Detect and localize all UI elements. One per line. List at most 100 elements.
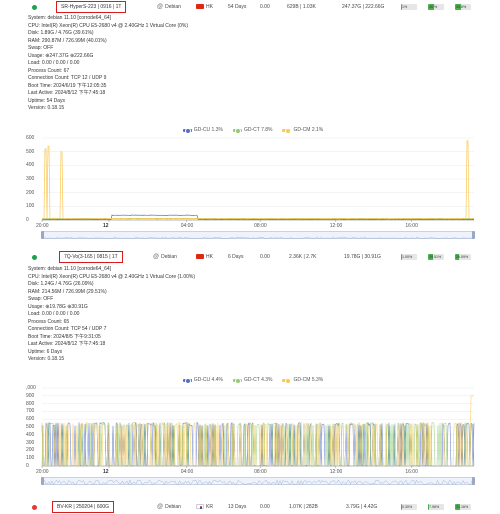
status-offline-dot: [32, 504, 37, 510]
slider-handle-right[interactable]: [472, 477, 475, 485]
latency-chart: GD-CU 1.3% GD-CT 7.8% GD-CM 2.1% 0 100 200…: [26, 126, 478, 244]
traffic-total: 19.78G | 30.91G: [344, 254, 381, 260]
slider-sparkline: [43, 479, 475, 486]
y-tick-label: 900: [26, 392, 35, 399]
network-speed: 2.36K | 2.7K: [289, 254, 317, 260]
debian-icon: @: [153, 254, 160, 260]
x-tick-label: 08:00: [254, 223, 267, 229]
slider-handle-left[interactable]: [41, 231, 44, 239]
detail-disk: Disk: 1.24G / 4.76G (26.09%): [28, 281, 94, 287]
y-tick-label: 0: [26, 217, 29, 223]
x-tick-label: 04:00: [180, 469, 194, 475]
zoom-slider[interactable]: [42, 477, 475, 486]
y-tick-label: 0: [26, 463, 29, 469]
y-tick-label: 400: [26, 162, 35, 169]
debian-icon: @: [157, 504, 164, 510]
os-label: @ Debian: [153, 254, 177, 260]
server-name[interactable]: 7Q-Vo(3-165 | 0815 | 1T: [59, 251, 123, 263]
detail-cpu: CPU: Intel(R) Xeon(R) CPU E5-2680 v4 @ 2…: [28, 273, 195, 280]
disk-meter: 31.16%: [455, 503, 471, 510]
x-tick-label: 12: [102, 223, 109, 229]
status-online-dot: [32, 254, 37, 260]
x-tick-label: 12: [102, 469, 109, 475]
y-tick-label: 500: [26, 148, 35, 155]
detail-process: Process Count: 67: [28, 67, 70, 74]
y-tick-label: 100: [26, 455, 35, 462]
slider-handle-right[interactable]: [472, 231, 475, 239]
status-online-dot: [32, 4, 37, 10]
x-tick-label: 16:00: [405, 223, 418, 229]
latency-chart: GD-CU 4.4% GD-CT 4.3% GD-CM 5.3% 0 100 200…: [26, 376, 478, 496]
load-value: 0.00: [260, 504, 270, 510]
detail-cpu: CPU: Intel(R) Xeon(R) CPU E5-2680 v4 @ 2…: [28, 22, 189, 29]
country: HK: [196, 4, 213, 10]
server-row[interactable]: 7Q-Vo(3-165 | 0815 | 1T @ Debian HK 6 Day…: [0, 251, 500, 263]
y-tick-label: 300: [26, 439, 35, 446]
y-tick-label: 100: [26, 203, 35, 210]
detail-connection: Connection Count: TCP 54 / UDP 7: [28, 326, 107, 332]
server-name[interactable]: SR-HyperS-223 | 0916 | 1T: [56, 1, 127, 13]
kr-flag-icon: [196, 504, 204, 510]
slider-handle-left[interactable]: [41, 477, 44, 485]
detail-system: System: debian 11.10 [corrode64_64]: [28, 266, 112, 272]
legend-item[interactable]: GD-CT 4.3%: [232, 377, 272, 384]
detail-connection: Connection Count: TCP 12 / UDP 9: [28, 75, 107, 81]
disk-meter: 26.09%: [455, 253, 471, 260]
y-tick-label: 600: [26, 135, 35, 141]
detail-active: Last Active: 2024/8/12 下午7:45:18: [28, 341, 106, 347]
server-details: System: debian 11.10 [corrode64_64] CPU:…: [28, 15, 188, 113]
zoom-slider[interactable]: [42, 231, 475, 239]
legend-item[interactable]: GD-CM 5.3%: [282, 377, 323, 384]
y-tick-label: 400: [26, 431, 35, 438]
ram-meter: 40.%: [428, 3, 444, 10]
traffic-total: 3.79G | 4.42G: [346, 504, 378, 510]
x-tick-label: 12:00: [329, 223, 343, 229]
disk-meter: 39.6%: [455, 3, 471, 10]
ram-meter: 7.96%: [428, 503, 444, 510]
cpu-meter: 1.00%: [401, 253, 417, 260]
detail-ram: RAM: 290.87M / 726.99M (40.01%): [28, 37, 107, 44]
traffic-total: 247.37G | 222.66G: [342, 4, 385, 10]
server-row[interactable]: SR-HyperS-223 | 0916 | 1T @ Debian HK 54 …: [0, 1, 500, 13]
uptime-short: 6 Days: [228, 254, 244, 260]
detail-usage: Usage: ⊕247.37G ⊕222.66G: [28, 52, 94, 59]
server-name[interactable]: BV-KR | 250204 | 600G: [52, 501, 115, 513]
detail-usage: Usage: ⊕19.78G ⊕30.91G: [28, 303, 88, 310]
network-speed: 629B | 1.03K: [287, 4, 316, 10]
detail-version: Version: 0.18.15: [28, 356, 65, 362]
detail-boot: Boot Time: 2024/8/5 下午9:31:05: [28, 333, 101, 340]
y-tick-label: 500: [26, 424, 35, 430]
x-tick-label: 20:00: [36, 469, 49, 475]
y-tick-label: 600: [26, 416, 35, 423]
debian-icon: @: [157, 4, 164, 10]
server-details: System: debian 11.10 [corrode64_64] CPU:…: [28, 266, 195, 364]
hk-flag-icon: [196, 4, 204, 10]
y-tick-label: 800: [26, 400, 35, 407]
network-speed: 1.07K | 282B: [289, 504, 318, 510]
x-tick-label: 20:00: [36, 223, 49, 229]
detail-swap: Swap: OFF: [28, 45, 54, 51]
uptime-short: 54 Days: [228, 4, 247, 10]
legend-item[interactable]: GD-CM 2.1%: [282, 127, 323, 134]
server-row[interactable]: BV-KR | 250204 | 600G @ Debian KR 13 Days…: [0, 501, 500, 513]
detail-ram: RAM: 214.56M / 726.99M (29.51%): [28, 288, 107, 295]
chart-legend: GD-CU 1.3% GD-CT 7.8% GD-CM 2.1%: [28, 127, 478, 134]
legend-item[interactable]: GD-CT 7.8%: [232, 127, 272, 134]
detail-version: Version: 0.18.15: [28, 105, 65, 111]
load-value: 0.00: [260, 4, 270, 10]
os-label: @ Debian: [157, 4, 181, 10]
x-tick-label: 04:00: [180, 223, 194, 229]
legend-item[interactable]: GD-CU 4.4%: [182, 377, 223, 384]
detail-uptime: Uptime: 6 Days: [28, 348, 63, 355]
detail-load: Load: 0.00 / 0.00 / 0.00: [28, 311, 80, 317]
detail-swap: Swap: OFF: [28, 296, 54, 302]
y-tick-label: 300: [26, 176, 35, 182]
detail-process: Process Count: 65: [28, 318, 70, 325]
slider-sparkline: [43, 237, 475, 239]
legend-item[interactable]: GD-CU 1.3%: [182, 127, 223, 134]
chart-legend: GD-CU 4.4% GD-CT 4.3% GD-CM 5.3%: [28, 377, 478, 384]
cpu-meter: 0.30%: [401, 503, 417, 510]
detail-boot: Boot Time: 2024/6/19 下午12:05:35: [28, 82, 107, 89]
cpu-meter: 1%: [401, 3, 417, 10]
series-line: [41, 140, 475, 219]
